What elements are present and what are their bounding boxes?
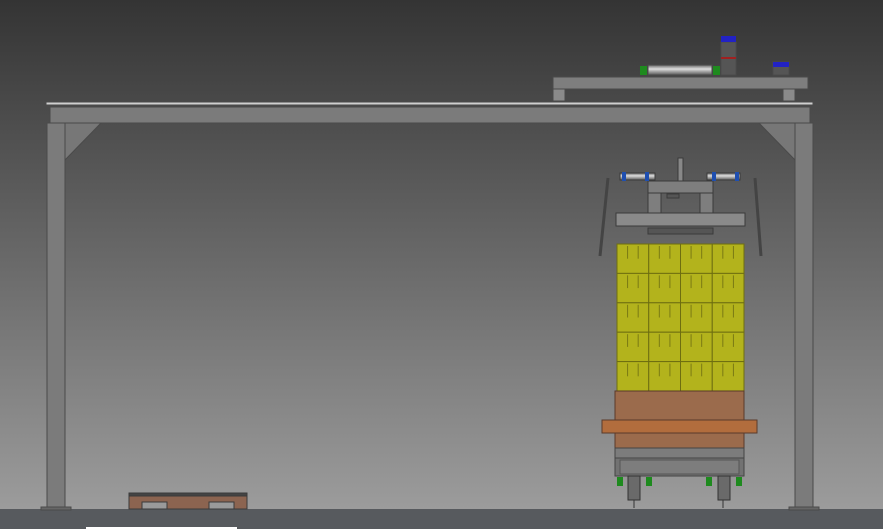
left-column <box>46 122 66 510</box>
cylinder-end-cap <box>735 172 739 181</box>
green-fitting <box>646 477 652 486</box>
green-fitting <box>713 66 720 75</box>
load-stack <box>616 243 745 392</box>
gripper-mast <box>677 157 684 182</box>
support-leg <box>627 475 641 501</box>
platform-foot <box>782 88 796 102</box>
load-box <box>648 272 681 304</box>
load-box <box>616 243 650 274</box>
load-box <box>711 272 745 304</box>
load-box <box>648 331 681 363</box>
gripper-upright <box>647 192 662 214</box>
fork-opening <box>141 501 168 510</box>
gripper-pressure-plate <box>647 227 714 235</box>
carrier-frame-panel <box>619 459 740 475</box>
gripper-top-block <box>647 180 714 194</box>
small-actuator-cap <box>773 62 789 67</box>
horizontal-cylinder <box>647 64 713 76</box>
floor-pallet-top <box>128 492 248 497</box>
load-box <box>711 331 745 363</box>
load-box <box>680 243 713 274</box>
right-column <box>794 122 814 510</box>
load-box <box>711 243 745 274</box>
floor <box>0 509 883 529</box>
platform-plate <box>552 76 809 90</box>
gantry-beam <box>49 106 811 124</box>
motor-cap <box>721 36 736 42</box>
load-box <box>616 272 650 304</box>
floor-pallet <box>128 492 248 510</box>
gantry-palletizer-model <box>0 0 883 529</box>
gantry-rail <box>45 101 814 106</box>
load-box <box>711 361 745 392</box>
load-box <box>680 302 713 333</box>
gripper-upright <box>699 192 714 214</box>
load-box <box>711 302 745 333</box>
load-box <box>648 361 681 392</box>
load-box <box>616 302 650 333</box>
load-box <box>648 243 681 274</box>
pallet-plate <box>601 419 758 434</box>
left-base-plate <box>40 506 72 511</box>
carrier-base <box>614 447 745 459</box>
carried-pallet <box>601 390 758 477</box>
right-base-plate <box>788 506 820 511</box>
green-fitting <box>736 477 742 486</box>
green-fitting <box>706 477 712 486</box>
cad-viewport[interactable] <box>0 0 883 529</box>
motor-band <box>721 57 736 59</box>
load-box <box>648 302 681 333</box>
load-box <box>680 331 713 363</box>
green-fitting <box>640 66 647 75</box>
support-leg <box>717 475 731 501</box>
green-fitting <box>617 477 623 486</box>
cylinder-end-cap <box>645 172 649 181</box>
gripper-connector <box>666 193 680 199</box>
fork-opening <box>208 501 235 510</box>
cylinder-end-cap <box>712 172 716 181</box>
load-box <box>616 361 650 392</box>
cylinder-end-cap <box>622 172 626 181</box>
platform-foot <box>552 88 566 102</box>
load-box <box>680 361 713 392</box>
load-box <box>616 331 650 363</box>
load-box <box>680 272 713 304</box>
gripper-crossbar <box>615 212 746 227</box>
